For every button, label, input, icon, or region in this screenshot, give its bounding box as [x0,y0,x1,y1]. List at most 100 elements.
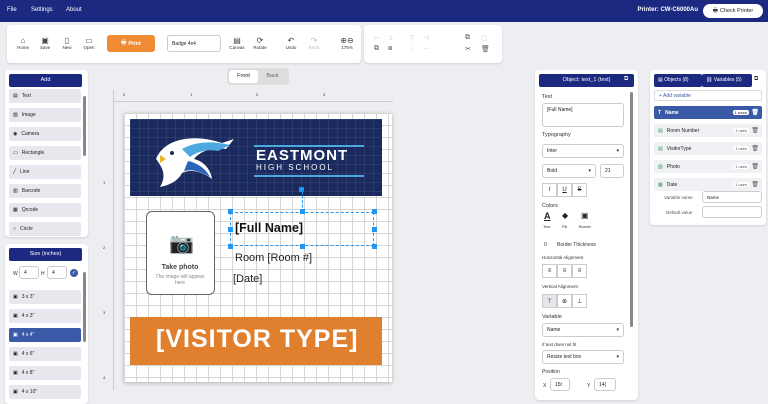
add-item[interactable]: ▨ Image [9,108,81,122]
size-option[interactable]: ▣ 4 x 10" [9,385,81,399]
variable-name-input[interactable]: Name [702,191,762,203]
copy-icon[interactable]: ⧉ [465,34,470,42]
fill-color-icon[interactable]: ◆ [562,211,568,220]
menu-about[interactable]: About [66,7,82,13]
resize-handle[interactable] [300,244,305,249]
strikethrough-icon[interactable]: S [572,183,587,197]
apply-size-button[interactable]: ✓ [70,269,78,277]
new-button[interactable]: ▯ New [59,36,75,50]
rotate-handle[interactable] [299,187,304,192]
scrollbar[interactable] [83,272,86,342]
variables-tab[interactable]: ⛓ Variables (5) [702,74,752,87]
home-button[interactable]: ⌂ Home [15,36,31,50]
resize-handle[interactable] [228,209,233,214]
date-text[interactable]: [Date] [233,273,262,285]
resize-handle[interactable] [372,244,377,249]
trash-icon[interactable]: 🗑 [751,181,759,188]
align-top-icon[interactable]: ⊤ [542,294,557,308]
width-input[interactable]: 4 [19,266,39,279]
full-name-text[interactable]: [Full Name] [230,212,374,246]
collapse-icon[interactable]: ⧉ [624,76,628,83]
resize-handle[interactable] [228,227,233,232]
add-item[interactable]: ▭ Rectangle [9,146,81,160]
school-header[interactable]: EASTMONT HIGH SCHOOL [130,119,382,196]
trash-icon[interactable]: 🗑 [751,145,759,152]
resize-handle[interactable] [228,244,233,249]
room-text[interactable]: Room [Room #] [235,252,312,264]
badge-size-field[interactable]: Badge 4x4 [167,35,221,52]
back-tab[interactable]: Back [258,70,287,83]
align-left-icon[interactable]: ⊢ [374,34,380,42]
scrollbar[interactable] [83,96,86,156]
resize-handle[interactable] [300,209,305,214]
undo-button[interactable]: ↶ Undo [283,36,299,50]
canvas-button[interactable]: ▤ Canvas [228,36,246,50]
ungroup-icon[interactable]: ⧈ [388,45,392,53]
size-option[interactable]: ▣ 4 x 8" [9,366,81,380]
visitor-type-banner[interactable]: [VISITOR TYPE] [130,317,382,365]
zoom-control[interactable]: ⊕⊖ 175% [335,36,359,50]
add-variable-button[interactable]: + Add variable [654,90,762,101]
variable-row[interactable]: T Name 1 uses 🗑 [654,106,762,119]
scrollbar[interactable] [630,92,633,327]
bring-front-icon[interactable]: ⊤ [409,34,415,42]
y-input[interactable]: 14( [594,378,616,391]
menu-settings[interactable]: Settings [31,7,53,13]
add-item[interactable]: ◉ Camera [9,127,81,141]
send-back-icon[interactable]: ⊣ [423,34,429,42]
open-button[interactable]: ▭ Open [81,36,97,50]
overflow-select[interactable]: Resize text box ▾ [542,350,624,364]
trash-icon[interactable]: 🗑 [751,127,759,134]
text-color-icon[interactable]: A [544,211,551,221]
font-size-input[interactable]: 21 [600,164,624,178]
paste-icon[interactable]: ▢ [481,34,488,42]
collapse-icon[interactable]: ⧉ [754,76,758,83]
group-icon[interactable]: ⧉ [374,45,379,53]
italic-icon[interactable]: I [542,183,557,197]
size-option[interactable]: ▣ 4 x 6" [9,347,81,361]
add-item[interactable]: ╱ Line [9,165,81,179]
add-item[interactable]: ○ Circle [9,222,81,236]
x-input[interactable]: 15t [550,378,570,391]
default-value-input[interactable] [702,206,762,218]
add-item[interactable]: ▦ Qrcode [9,203,81,217]
distribute-h-icon[interactable]: ⋮ [409,45,416,53]
height-input[interactable]: 4 [47,266,67,279]
trash-icon[interactable]: 🗑 [751,163,759,170]
objects-tab[interactable]: ▤ Objects (8) [654,74,702,87]
front-tab[interactable]: Front [229,70,258,83]
resize-handle[interactable] [372,209,377,214]
align-bottom-icon[interactable]: ⊥ [572,294,587,308]
resize-handle[interactable] [372,227,377,232]
print-button[interactable]: 🖶 Print [107,35,155,52]
add-item[interactable]: ▤ Text [9,89,81,103]
align-middle-icon[interactable]: ⊕ [557,294,572,308]
size-option[interactable]: ▣ 4 x 4" [9,328,81,342]
size-option[interactable]: ▣ 4 x 3" [9,309,81,323]
size-option[interactable]: ▣ 3 x 3" [9,290,81,304]
add-item[interactable]: ▥ Barcode [9,184,81,198]
font-select[interactable]: Inter ▾ [542,144,624,158]
rotate-button[interactable]: ⟳ Rotate [251,36,269,50]
border-color-icon[interactable]: ▣ [581,211,589,220]
align-right-icon[interactable]: ≡ [572,264,587,278]
variable-row[interactable]: ▤ Room Number 1 uses 🗑 [654,124,762,137]
check-printer-button[interactable]: 🖶 Check Printer [703,4,763,18]
weight-select[interactable]: Bold ▾ [542,164,596,178]
underline-icon[interactable]: U [557,183,572,197]
text-input[interactable]: [Full Name] [542,103,624,127]
trash-icon[interactable]: 🗑 [481,45,490,53]
align-center-icon[interactable]: ⊥ [388,34,394,42]
align-left-icon[interactable]: ≡ [542,264,557,278]
variable-row[interactable]: ▨ Photo 1 uses 🗑 [654,160,762,173]
save-button[interactable]: ▣ Save [37,36,53,50]
trash-icon[interactable]: 🗑 [751,109,759,116]
photo-placeholder[interactable]: 📷 Take photo The image will appear here [146,211,215,295]
menu-file[interactable]: File [7,7,17,13]
variable-row[interactable]: ▦ Date 1 uses 🗑 [654,178,762,191]
border-thickness-input[interactable]: 0 [544,242,547,248]
distribute-v-icon[interactable]: ⋯ [423,45,430,53]
variable-row[interactable]: ▤ VisitorType 1 uses 🗑 [654,142,762,155]
redo-button[interactable]: ↷ Redo [306,36,322,50]
align-center-icon[interactable]: ≡ [557,264,572,278]
